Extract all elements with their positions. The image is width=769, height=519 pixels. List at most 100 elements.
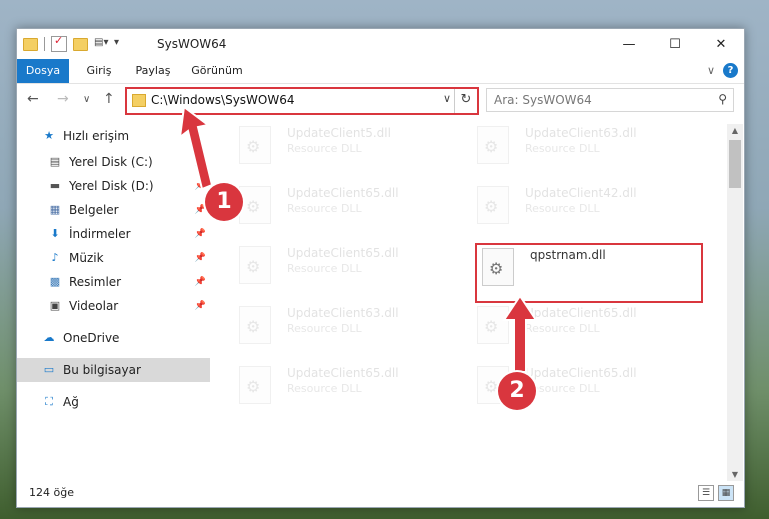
sidebar-item-onedrive[interactable]: ☁ OneDrive [17, 326, 210, 350]
sidebar-item-label: Videolar [69, 299, 119, 313]
pin-icon[interactable]: 📌 [195, 277, 206, 287]
search-box[interactable]: Ara: SysWOW64 ⚲ [486, 88, 734, 112]
folder-icon [23, 37, 38, 51]
details-view-icon[interactable]: ☰ [698, 485, 714, 501]
file-item[interactable]: UpdateClient5.dll Resource DLL [239, 126, 459, 172]
drive-icon: ▬ [49, 179, 61, 192]
new-folder-icon[interactable] [73, 37, 88, 51]
window-title: SysWOW64 [157, 37, 227, 51]
file-type: Resource DLL [287, 202, 362, 215]
file-item[interactable]: UpdateClient63.dll Resource DLL [477, 126, 697, 172]
file-type: Resource DLL [287, 262, 362, 275]
sidebar-item-label: İndirmeler [69, 227, 131, 241]
status-bar: 124 öğe ☰ ▦ [17, 481, 744, 505]
network-icon: ⛶ [45, 395, 53, 408]
file-type: Resource DLL [287, 382, 362, 395]
back-icon[interactable]: ← [27, 91, 39, 107]
file-item[interactable]: UpdateClient65.dll Resource DLL [239, 186, 459, 232]
callout-badge-1: 1 [205, 183, 243, 221]
sidebar-item-this-pc[interactable]: ▭ Bu bilgisayar [17, 358, 210, 382]
pictures-icon: ▩ [49, 275, 61, 288]
large-icons-view-icon[interactable]: ▦ [718, 485, 734, 501]
file-name: UpdateClient42.dll [525, 186, 637, 200]
vertical-scrollbar[interactable]: ▲ ▼ [727, 124, 743, 482]
callout-arrow-2 [502, 294, 538, 373]
sidebar-item-label: Bu bilgisayar [63, 363, 141, 377]
tab-home[interactable]: Giriş [79, 59, 119, 83]
file-name: UpdateClient65.dll [525, 366, 637, 380]
file-item[interactable]: UpdateClient42.dll Resource DLL [477, 186, 697, 232]
sidebar-item-network[interactable]: ⛶ Ağ [17, 390, 210, 414]
pin-icon[interactable]: 📌 [195, 301, 206, 311]
star-icon: ★ [44, 129, 54, 142]
file-item[interactable]: UpdateClient65.dll Resource DLL [239, 366, 459, 412]
properties-icon[interactable] [51, 34, 67, 52]
tab-share[interactable]: Paylaş [129, 59, 177, 83]
scroll-thumb[interactable] [729, 140, 741, 188]
sidebar-item-label: Hızlı erişim [63, 129, 130, 143]
computer-icon: ▭ [43, 363, 55, 376]
divider [44, 37, 45, 51]
recent-locations-icon[interactable]: ∨ [83, 94, 90, 105]
refresh-icon[interactable]: ↻ [454, 89, 477, 113]
download-icon: ⬇ [50, 227, 60, 240]
forward-icon[interactable]: → [57, 91, 69, 107]
file-type: Resource DLL [525, 142, 600, 155]
sidebar-item-downloads[interactable]: ⬇ İndirmeler 📌 [17, 222, 210, 246]
dll-file-icon [477, 186, 509, 224]
dll-file-icon [239, 246, 271, 284]
ribbon-expand-icon[interactable]: ∨ [707, 64, 715, 77]
sidebar-item-label: Resimler [69, 275, 122, 289]
pin-icon[interactable]: 📌 [195, 253, 206, 263]
search-icon[interactable]: ⚲ [718, 92, 727, 106]
file-type: Resource DLL [287, 322, 362, 335]
sidebar-item-label: Yerel Disk (D:) [69, 179, 154, 193]
qat-dropdown-icon[interactable]: ▾ [114, 37, 128, 51]
music-icon: ♪ [51, 251, 59, 264]
file-name: UpdateClient63.dll [287, 306, 399, 320]
tab-file[interactable]: Dosya [17, 59, 69, 83]
address-row: ← → ∨ ↑ C:\Windows\SysWOW64 ∨ ↻ Ara: Sys… [17, 84, 744, 118]
sidebar-item-label: OneDrive [63, 331, 120, 345]
quick-access-toolbar: ▤▾ ▾ [23, 34, 128, 52]
dll-file-icon [239, 306, 271, 344]
address-path[interactable]: C:\Windows\SysWOW64 [151, 93, 295, 107]
file-item[interactable]: UpdateClient63.dll Resource DLL [239, 306, 459, 352]
cloud-icon: ☁ [43, 331, 55, 344]
pin-icon[interactable]: 📌 [195, 229, 206, 239]
close-button[interactable]: ✕ [698, 29, 744, 59]
file-name: UpdateClient65.dll [287, 186, 399, 200]
maximize-button[interactable]: ☐ [652, 29, 698, 59]
scroll-down-icon[interactable]: ▼ [727, 468, 743, 482]
help-icon[interactable]: ? [723, 63, 738, 78]
minimize-button[interactable]: — [606, 29, 652, 59]
sidebar-item-music[interactable]: ♪ Müzik 📌 [17, 246, 210, 270]
sidebar-item-videos[interactable]: ▣ Videolar 📌 [17, 294, 210, 318]
dll-file-icon [477, 126, 509, 164]
documents-icon: ▦ [49, 203, 61, 216]
callout-badge-2: 2 [498, 372, 536, 410]
dll-file-icon [239, 186, 271, 224]
file-item[interactable]: UpdateClient65.dll Resource DLL [239, 246, 459, 292]
sidebar-item-label: Yerel Disk (C:) [69, 155, 153, 169]
callout-arrow-1 [178, 105, 214, 191]
scroll-up-icon[interactable]: ▲ [727, 124, 743, 138]
tab-view[interactable]: Görünüm [187, 59, 247, 83]
file-name: UpdateClient63.dll [525, 126, 637, 140]
sidebar-item-documents[interactable]: ▦ Belgeler 📌 [17, 198, 210, 222]
file-type: Resource DLL [287, 142, 362, 155]
sidebar-item-label: Ağ [63, 395, 79, 409]
up-icon[interactable]: ↑ [103, 91, 115, 107]
customize-icon[interactable]: ▤▾ [94, 37, 108, 51]
sidebar-item-label: Müzik [69, 251, 104, 265]
dll-file-icon [239, 126, 271, 164]
chevron-down-icon[interactable]: ∨ [443, 92, 451, 105]
pin-icon[interactable]: 📌 [195, 205, 206, 215]
search-input[interactable]: Ara: SysWOW64 [494, 93, 592, 107]
folder-icon [132, 94, 146, 107]
sidebar-item-pictures[interactable]: ▩ Resimler 📌 [17, 270, 210, 294]
videos-icon: ▣ [49, 299, 61, 312]
explorer-window: ▤▾ ▾ SysWOW64 — ☐ ✕ Dosya Giriş Paylaş G… [16, 28, 745, 508]
title-bar: ▤▾ ▾ SysWOW64 — ☐ ✕ [17, 29, 744, 59]
file-type: Resource DLL [525, 382, 600, 395]
